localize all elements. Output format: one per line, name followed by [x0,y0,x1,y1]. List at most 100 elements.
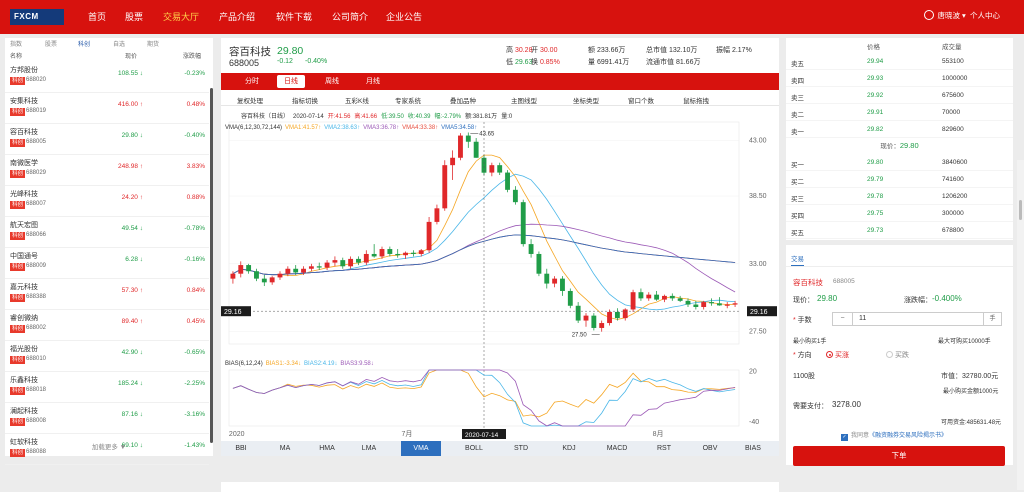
user-center-link[interactable]: 个人中心 [970,11,1000,20]
order-book-row[interactable]: 卖五 29.94 553100 [786,53,1013,70]
stock-row[interactable]: 嘉元科技 科创 688388 57.30 ↑ 0.84% [5,279,209,310]
toolbar-item-3[interactable]: 专家系统 [395,95,421,105]
order-book-row[interactable]: 卖二 29.91 70000 [786,104,1013,121]
indicator-tab-6[interactable]: STD [501,441,541,456]
risk-disclosure-link[interactable]: 《融资融券交易风险揭示书》 [869,433,947,439]
nav-item-2[interactable]: 交易大厅 [163,0,199,34]
period-tab-0[interactable]: 分时 [238,75,266,88]
min-amount: 最小购买金额1000元 [943,389,999,395]
market-tab-4[interactable]: 期货 [147,39,159,48]
username[interactable]: 唐晓波 [937,11,960,20]
quote-code: 688005 [229,58,260,68]
candle[interactable] [458,133,463,161]
trade-tab[interactable]: 交易 [791,253,804,266]
ob-level: 买五 [791,230,804,237]
ob-price: 29.94 [867,58,884,65]
indicator-tab-1[interactable]: MA [265,441,305,456]
stock-row[interactable]: 安集科技 科创 688019 416.00 ↑ 0.48% [5,93,209,124]
agree-checkbox[interactable]: ✓ 我同意《融资融券交易风险揭示书》 [841,430,947,441]
candle[interactable] [505,170,510,193]
period-tab-2[interactable]: 周线 [318,75,346,88]
radio-icon [886,351,893,358]
toolbar-item-5[interactable]: 主图线型 [511,95,537,105]
market-tab-3[interactable]: 自选 [113,39,125,48]
candle[interactable] [591,313,597,331]
max-buy: 最大可购买10000手 [938,339,991,345]
nav-item-4[interactable]: 软件下载 [276,0,312,34]
stock-row[interactable]: 容百科技 科创 688005 29.80 ↓ -0.40% [5,124,209,155]
qty-input[interactable]: 11 [859,315,866,322]
toolbar-item-8[interactable]: 鼠标拖拽 [683,95,709,105]
candle[interactable] [520,199,526,247]
nav-item-5[interactable]: 公司简介 [332,0,368,34]
toolbar-item-7[interactable]: 窗口个数 [628,95,654,105]
order-book-row[interactable]: 买五 29.73 678800 [786,222,1013,239]
load-more-button[interactable]: 加载更多 ▼ [5,441,213,451]
toolbar-item-2[interactable]: 五彩K线 [345,95,369,105]
user-box[interactable]: 唐晓波 ▾ 个人中心 [924,10,1000,21]
dir-buy-radio[interactable]: 买涨 [826,350,849,360]
candle[interactable] [426,216,432,253]
order-book-row[interactable]: 买三 29.78 1206200 [786,188,1013,205]
toolbar-item-0[interactable]: 复权处理 [237,95,263,105]
bottom-panel [221,482,779,492]
stock-row[interactable]: 方邦股份 科创 688020 108.55 ↓ -0.23% [5,62,209,93]
stock-code: 688019 [26,108,47,114]
stock-row[interactable]: 福光股份 科创 688010 42.90 ↓ -0.65% [5,341,209,372]
toolbar-item-6[interactable]: 坐标类型 [573,95,599,105]
toolbar-item-4[interactable]: 叠加品种 [450,95,476,105]
market-tab-1[interactable]: 股票 [45,39,57,48]
indicator-tab-7[interactable]: KDJ [549,441,589,456]
candle[interactable] [567,288,573,309]
stock-row[interactable]: 航天宏图 科创 688066 49.54 ↓ -0.78% [5,217,209,248]
order-book-row[interactable]: 卖一 29.82 829600 [786,121,1013,138]
nav-item-0[interactable]: 首页 [88,0,106,34]
nav-item-1[interactable]: 股票 [125,0,143,34]
indicator-tab-4[interactable]: VMA [401,441,441,456]
order-book-row[interactable]: 卖四 29.93 1000000 [786,70,1013,87]
stock-row[interactable]: 澜起科技 科创 688008 87.16 ↓ -3.16% [5,403,209,434]
stock-list-scrollbar[interactable] [210,88,213,443]
stock-row[interactable]: 南微医学 科创 688029 248.98 ↑ 3.83% [5,155,209,186]
stock-name: 安集科技 [10,98,38,105]
available-funds: 可用资金:485631.48元 [941,420,1002,426]
stock-row[interactable]: 乐鑫科技 科创 688018 185.24 ↓ -2.25% [5,372,209,403]
indicator-tab-11[interactable]: BIAS [733,441,773,456]
qty-minus-button[interactable]: − [833,313,853,325]
stock-row[interactable]: 中国通号 科创 688009 6.28 ↓ -0.16% [5,248,209,279]
stock-row[interactable]: 光峰科技 科创 688007 24.20 ↑ 0.88% [5,186,209,217]
star-market-tag: 科创 [10,356,26,364]
market-tab-0[interactable]: 指数 [10,39,22,48]
market-tab-2[interactable]: 科创 [78,39,90,48]
page-scrollbar[interactable] [1017,160,1024,490]
period-tab-3[interactable]: 月线 [359,75,387,88]
kline-chart[interactable]: 容百科技（日线） 2020-07-14 开:41.56 高:41.66 低:39.50 收… [221,108,779,440]
quantity-stepper[interactable]: − 11 手 [832,312,1002,326]
nav-item-6[interactable]: 企业公告 [386,0,422,34]
order-book-row[interactable]: 买一 29.80 3840600 [786,154,1013,171]
fxcm-logo[interactable]: FXCM [10,9,64,25]
nav-item-3[interactable]: 产品介绍 [219,0,255,34]
trade-change: -0.400% [932,294,962,303]
dir-sell-radio[interactable]: 买跌 [886,350,909,360]
indicator-tab-5[interactable]: BOLL [454,441,494,456]
indicator-tab-3[interactable]: LMA [349,441,389,456]
toolbar-item-1[interactable]: 指标切换 [292,95,318,105]
indicator-tab-10[interactable]: OBV [690,441,730,456]
order-book-row[interactable]: 卖三 29.92 675600 [786,87,1013,104]
indicator-tab-8[interactable]: MACD [597,441,637,456]
ob-volume: 1000000 [942,75,968,82]
candle[interactable] [630,289,636,312]
indicator-tab-0[interactable]: BBI [221,441,261,456]
ob-price: 29.75 [867,210,884,217]
order-book-row[interactable]: 买四 29.75 300000 [786,205,1013,222]
candle[interactable] [442,160,448,211]
order-book-row[interactable]: 买二 29.79 741600 [786,171,1013,188]
indicator-tab-2[interactable]: HMA [307,441,347,456]
indicator-tab-9[interactable]: RST [644,441,684,456]
stock-row[interactable]: 睿创微纳 科创 688002 89.40 ↑ 0.45% [5,310,209,341]
trade-stock-name: 容百科技 [793,278,823,287]
candle[interactable] [536,251,542,277]
period-tab-1[interactable]: 日线 [277,75,305,88]
place-order-button[interactable]: 下单 [793,446,1005,466]
